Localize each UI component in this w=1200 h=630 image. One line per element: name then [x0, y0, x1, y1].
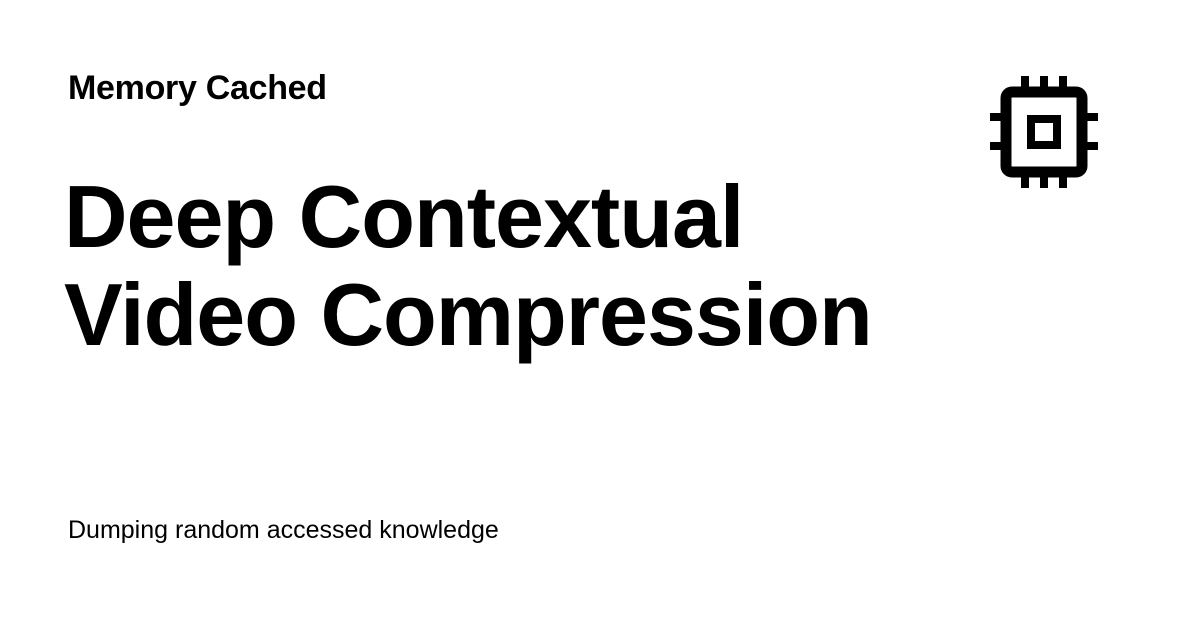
- cpu-chip-icon: [990, 76, 1098, 188]
- title-line-2: Video Compression: [64, 265, 873, 364]
- preview-card: Memory Cached Deep Contextual Video Comp…: [0, 0, 1200, 630]
- page-title: Deep Contextual Video Compression: [64, 168, 964, 364]
- site-tagline: Dumping random accessed knowledge: [68, 516, 499, 544]
- title-line-1: Deep Contextual: [64, 167, 744, 266]
- site-name: Memory Cached: [68, 69, 327, 107]
